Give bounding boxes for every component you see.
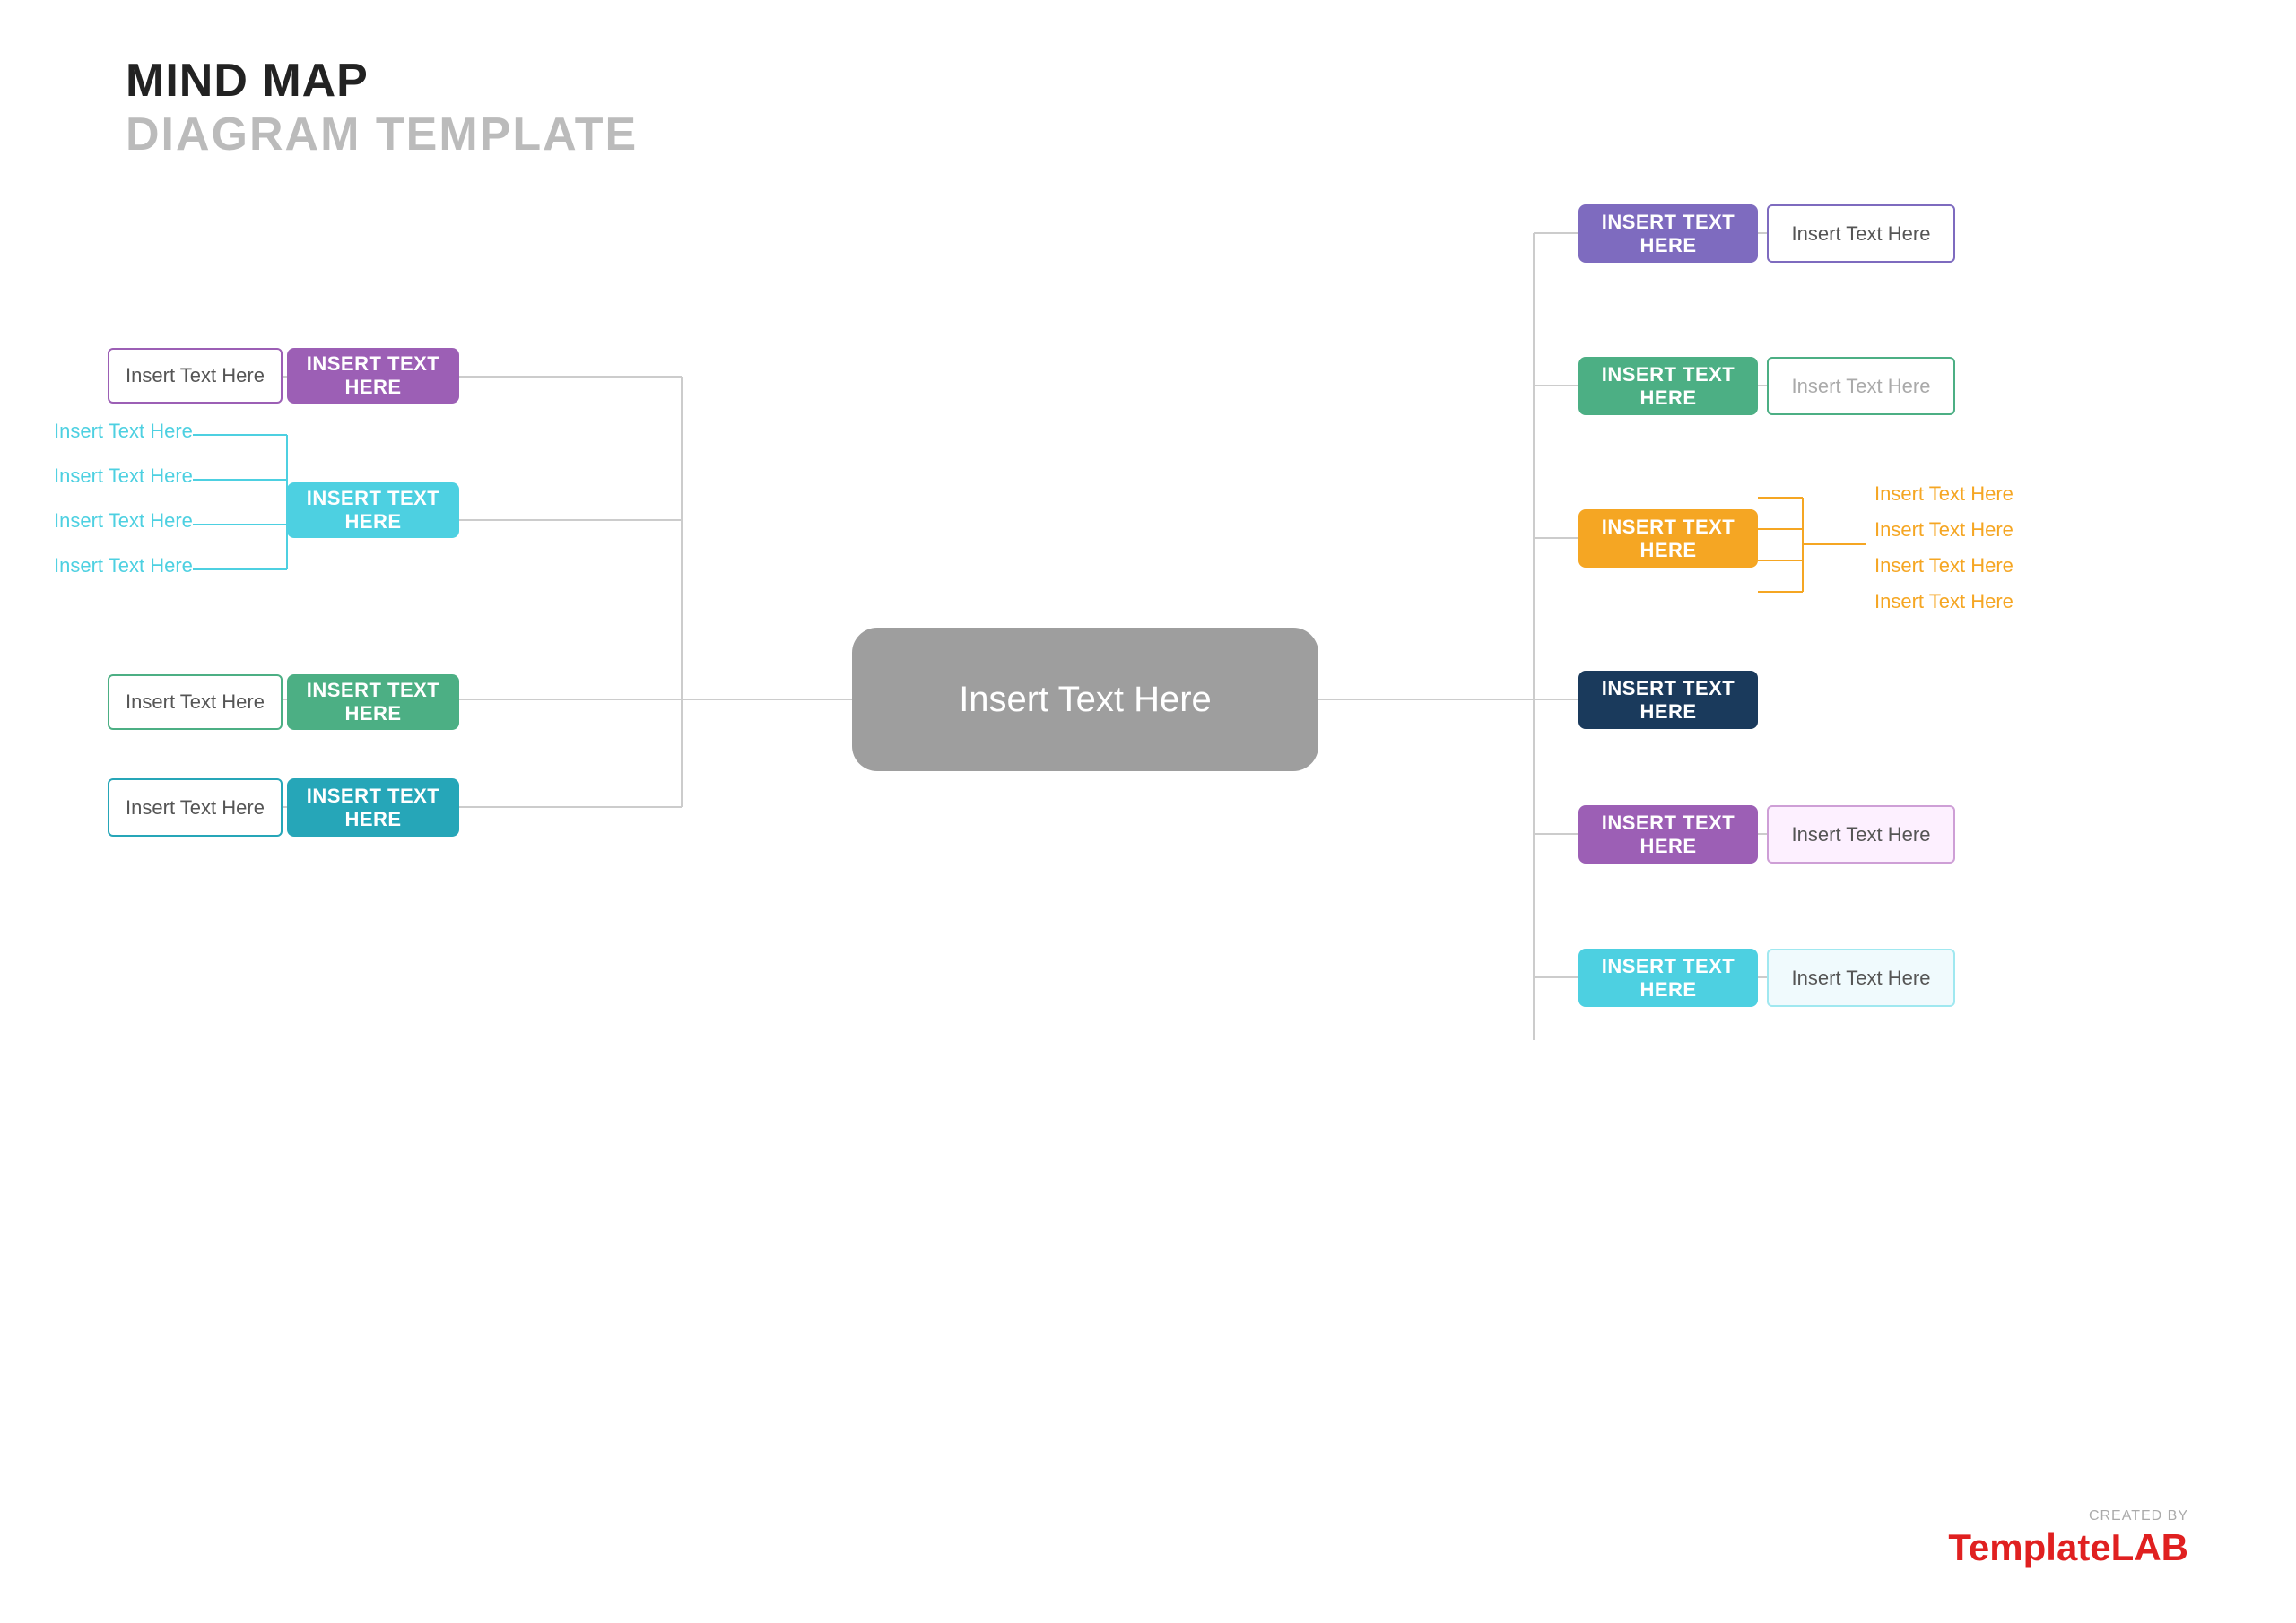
rb2-label: INSERT TEXT HERE <box>1593 363 1744 410</box>
rb2-outline[interactable]: Insert Text Here <box>1767 357 1955 415</box>
lb1-outline[interactable]: Insert Text Here <box>108 348 283 404</box>
lb4-label: INSERT TEXT HERE <box>301 785 445 831</box>
logo-lab: LAB <box>2111 1526 2188 1568</box>
lb2-box[interactable]: INSERT TEXT HERE <box>287 482 459 538</box>
rb5-box[interactable]: INSERT TEXT HERE <box>1578 805 1758 864</box>
rb4-box[interactable]: INSERT TEXT HERE <box>1578 671 1758 729</box>
lb1-box[interactable]: INSERT TEXT HERE <box>287 348 459 404</box>
rb6-outline[interactable]: Insert Text Here <box>1767 949 1955 1007</box>
logo-created-by: CREATED BY <box>1948 1508 2188 1524</box>
rb3-child4: Insert Text Here <box>1874 590 2013 613</box>
logo-area: CREATED BY TemplateLAB <box>1948 1508 2188 1569</box>
lb2-label: INSERT TEXT HERE <box>301 487 445 534</box>
title-area: MIND MAP DIAGRAM TEMPLATE <box>126 54 638 161</box>
rb5-outline-label: Insert Text Here <box>1792 823 1931 846</box>
rb1-label: INSERT TEXT HERE <box>1593 211 1744 257</box>
rb3-label: INSERT TEXT HERE <box>1593 516 1744 562</box>
lb4-box[interactable]: INSERT TEXT HERE <box>287 778 459 837</box>
logo-text: TemplateLAB <box>1948 1526 2188 1568</box>
rb1-outline[interactable]: Insert Text Here <box>1767 204 1955 263</box>
center-label: Insert Text Here <box>959 680 1212 720</box>
lb3-outline[interactable]: Insert Text Here <box>108 674 283 730</box>
rb6-label: INSERT TEXT HERE <box>1593 955 1744 1002</box>
lb2-child1: Insert Text Here <box>54 420 193 443</box>
rb2-box[interactable]: INSERT TEXT HERE <box>1578 357 1758 415</box>
lb3-outline-label: Insert Text Here <box>126 690 265 714</box>
lb2-child4: Insert Text Here <box>54 554 193 577</box>
lb1-label: INSERT TEXT HERE <box>301 352 445 399</box>
title-sub: DIAGRAM TEMPLATE <box>126 108 638 161</box>
lb3-box[interactable]: INSERT TEXT HERE <box>287 674 459 730</box>
lb3-label: INSERT TEXT HERE <box>301 679 445 725</box>
rb5-label: INSERT TEXT HERE <box>1593 812 1744 858</box>
lb4-outline-label: Insert Text Here <box>126 796 265 820</box>
rb6-outline-label: Insert Text Here <box>1792 967 1931 990</box>
rb1-box[interactable]: INSERT TEXT HERE <box>1578 204 1758 263</box>
lb4-outline[interactable]: Insert Text Here <box>108 778 283 837</box>
rb3-child2: Insert Text Here <box>1874 518 2013 542</box>
rb5-outline[interactable]: Insert Text Here <box>1767 805 1955 864</box>
rb3-child3: Insert Text Here <box>1874 554 2013 577</box>
rb1-outline-label: Insert Text Here <box>1792 222 1931 246</box>
lb2-child3: Insert Text Here <box>54 509 193 533</box>
rb3-box[interactable]: INSERT TEXT HERE <box>1578 509 1758 568</box>
title-main: MIND MAP <box>126 54 638 108</box>
lb2-child2: Insert Text Here <box>54 464 193 488</box>
rb2-outline-label: Insert Text Here <box>1792 375 1931 398</box>
rb4-label: INSERT TEXT HERE <box>1593 677 1744 724</box>
center-node[interactable]: Insert Text Here <box>852 628 1318 771</box>
rb3-child1: Insert Text Here <box>1874 482 2013 506</box>
logo-template: Template <box>1948 1526 2110 1568</box>
rb6-box[interactable]: INSERT TEXT HERE <box>1578 949 1758 1007</box>
lb1-outline-label: Insert Text Here <box>126 364 265 387</box>
